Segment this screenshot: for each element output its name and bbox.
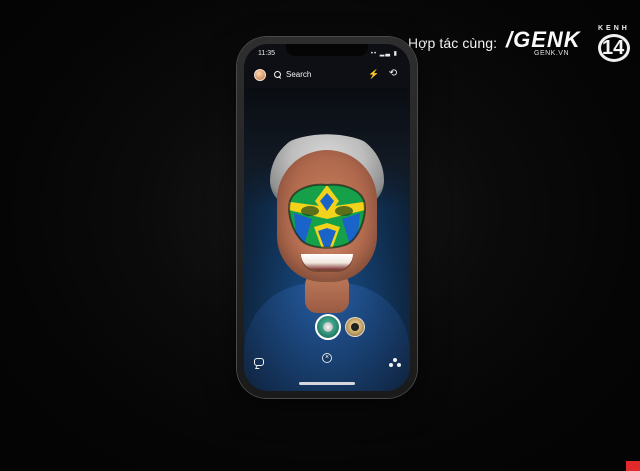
friends-dot [389, 363, 393, 367]
kenh14-top-text: KENH [598, 25, 630, 32]
genk-logo: /GENK GENK.VN [506, 27, 588, 61]
green-face-lens-icon[interactable] [315, 314, 341, 340]
phone-screen: 11:35 •• ▂▃ ▮ Search ⚡ ⟲ × [244, 44, 410, 391]
face-paint-mask [288, 183, 366, 249]
kenh14-logo: KENH 14 [596, 25, 634, 65]
lens-main-inner [323, 322, 333, 332]
iphone-device: 11:35 •• ▂▃ ▮ Search ⚡ ⟲ × [237, 37, 417, 398]
avatar-icon[interactable] [254, 69, 266, 81]
snapchat-topbar: Search ⚡ ⟲ [244, 65, 410, 87]
status-icons: •• ▂▃ ▮ [370, 51, 398, 57]
sloth-lens-icon[interactable] [345, 317, 365, 337]
home-indicator [299, 382, 355, 385]
person-mouth [301, 254, 353, 270]
lens-carousel [244, 314, 410, 344]
lens-side-inner [351, 323, 359, 331]
close-icon[interactable]: × [322, 353, 332, 363]
friends-dot [393, 358, 397, 362]
genk-logo-subtext: GENK.VN [534, 50, 570, 57]
phone-notch [286, 44, 368, 56]
search-icon [274, 70, 282, 79]
partner-credit: Hợp tác cùng: [408, 35, 498, 51]
friends-dot [397, 363, 401, 367]
chat-icon[interactable] [254, 358, 266, 368]
camera-flip-icon[interactable]: ⟲ [387, 68, 399, 80]
camera-viewfinder [244, 88, 410, 391]
search-button[interactable]: Search [274, 70, 311, 79]
flash-off-icon[interactable]: ⚡ [368, 68, 380, 80]
status-time: 11:35 [258, 50, 275, 57]
search-label: Search [286, 70, 312, 79]
corner-logo [626, 461, 640, 471]
friends-icon[interactable] [389, 358, 401, 368]
kenh14-number: 14 [602, 37, 625, 59]
